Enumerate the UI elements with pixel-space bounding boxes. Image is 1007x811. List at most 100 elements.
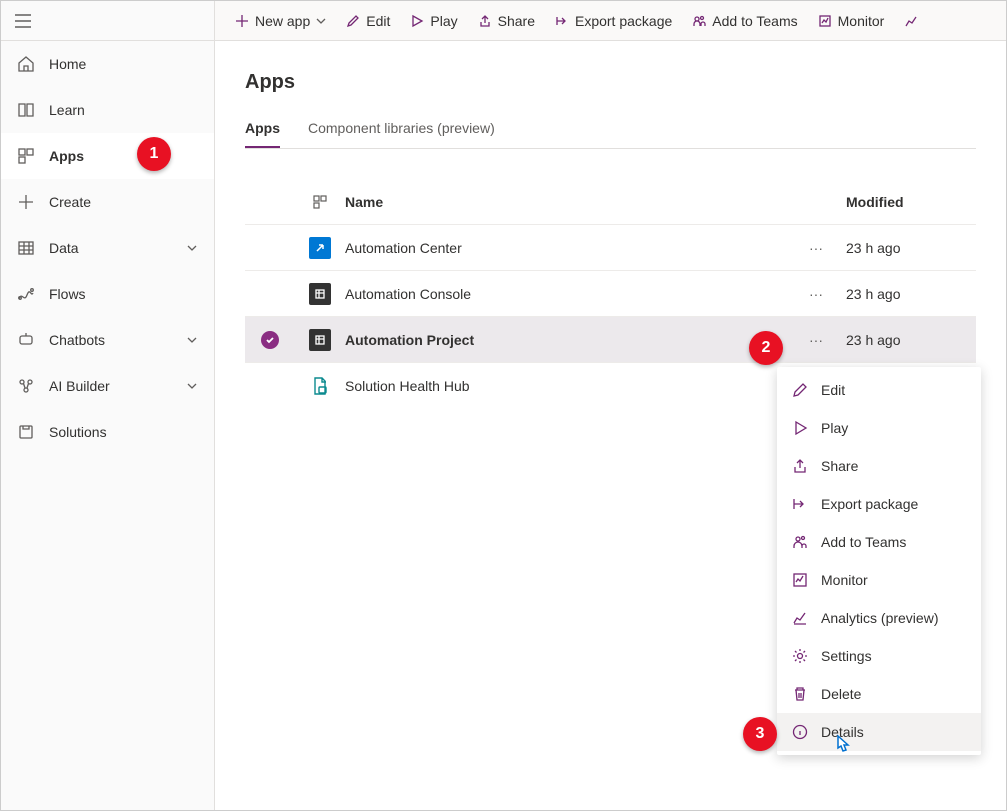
play-button[interactable]: Play — [400, 1, 467, 41]
modified-time: 23 h ago — [846, 332, 976, 348]
home-icon — [17, 55, 35, 73]
menu-label: Settings — [821, 648, 967, 664]
analytics-icon — [904, 14, 918, 28]
teams-icon — [791, 533, 809, 551]
tab-component-libraries[interactable]: Component libraries (preview) — [308, 120, 495, 148]
toolbar-label: Add to Teams — [712, 13, 797, 29]
menu-item-settings[interactable]: Settings — [777, 637, 981, 675]
sidebar-item-label: Learn — [49, 102, 198, 118]
table-row[interactable]: Automation Project ··· 23 h ago — [245, 317, 976, 363]
app-icon — [309, 329, 331, 351]
sidebar-item-flows[interactable]: Flows — [1, 271, 214, 317]
menu-item-analytics[interactable]: Analytics (preview) — [777, 599, 981, 637]
page-title: Apps — [245, 71, 976, 94]
menu-item-teams[interactable]: Add to Teams — [777, 523, 981, 561]
tab-apps[interactable]: Apps — [245, 120, 280, 148]
flows-icon — [17, 285, 35, 303]
chevron-down-icon — [186, 334, 198, 346]
content: Apps Apps Component libraries (preview) … — [215, 41, 1006, 409]
grid-header: Name Modified — [245, 179, 976, 225]
hamburger-button[interactable] — [1, 1, 214, 41]
settings-icon — [791, 647, 809, 665]
new-app-button[interactable]: New app — [225, 1, 336, 41]
column-header-name[interactable]: Name — [345, 194, 786, 210]
callout-3: 3 — [743, 717, 777, 751]
tabs: Apps Component libraries (preview) — [245, 120, 976, 149]
monitor-icon — [818, 14, 832, 28]
app-icon — [309, 283, 331, 305]
export-button[interactable]: Export package — [545, 1, 682, 41]
plus-icon — [235, 14, 249, 28]
sidebar: Home Learn Apps Create Data Flows Chatbo… — [1, 1, 215, 810]
analytics-button[interactable] — [894, 1, 934, 41]
apps-icon — [17, 147, 35, 165]
menu-label: Play — [821, 420, 967, 436]
chevron-down-icon — [186, 380, 198, 392]
row-more-button[interactable]: ··· — [786, 332, 846, 348]
share-button[interactable]: Share — [468, 1, 545, 41]
solutions-icon — [17, 423, 35, 441]
menu-item-export[interactable]: Export package — [777, 485, 981, 523]
column-header-modified[interactable]: Modified — [846, 194, 976, 210]
monitor-button[interactable]: Monitor — [808, 1, 895, 41]
menu-label: Delete — [821, 686, 967, 702]
data-icon — [17, 239, 35, 257]
play-icon — [410, 14, 424, 28]
sidebar-item-label: Flows — [49, 286, 198, 302]
edit-button[interactable]: Edit — [336, 1, 400, 41]
sidebar-item-chatbots[interactable]: Chatbots — [1, 317, 214, 363]
app-icon — [309, 375, 331, 397]
menu-item-details[interactable]: Details — [777, 713, 981, 751]
app-name: Automation Console — [345, 286, 786, 302]
sidebar-item-label: Solutions — [49, 424, 198, 440]
edit-icon — [346, 14, 360, 28]
menu-item-delete[interactable]: Delete — [777, 675, 981, 713]
sidebar-item-learn[interactable]: Learn — [1, 87, 214, 133]
export-icon — [791, 495, 809, 513]
learn-icon — [17, 101, 35, 119]
menu-item-share[interactable]: Share — [777, 447, 981, 485]
sidebar-item-label: Home — [49, 56, 198, 72]
sidebar-item-label: Chatbots — [49, 332, 186, 348]
app-type-icon — [295, 194, 345, 210]
menu-label: Share — [821, 458, 967, 474]
menu-item-play[interactable]: Play — [777, 409, 981, 447]
table-row[interactable]: Automation Center ··· 23 h ago — [245, 225, 976, 271]
app-name: Solution Health Hub — [345, 378, 786, 394]
row-more-button[interactable]: ··· — [786, 240, 846, 256]
menu-label: Monitor — [821, 572, 967, 588]
share-icon — [791, 457, 809, 475]
row-more-button[interactable]: ··· — [786, 286, 846, 302]
sidebar-item-home[interactable]: Home — [1, 41, 214, 87]
sidebar-item-label: Apps — [49, 148, 198, 164]
menu-label: Export package — [821, 496, 967, 512]
sidebar-item-ai-builder[interactable]: AI Builder — [1, 363, 214, 409]
toolbar-label: Monitor — [838, 13, 885, 29]
app-icon — [309, 237, 331, 259]
toolbar: New app Edit Play Share Export package — [215, 1, 1006, 41]
sidebar-item-create[interactable]: Create — [1, 179, 214, 225]
menu-label: Analytics (preview) — [821, 610, 967, 626]
menu-item-monitor[interactable]: Monitor — [777, 561, 981, 599]
export-icon — [555, 14, 569, 28]
ai-builder-icon — [17, 377, 35, 395]
menu-label: Add to Teams — [821, 534, 967, 550]
sidebar-item-solutions[interactable]: Solutions — [1, 409, 214, 455]
monitor-icon — [791, 571, 809, 589]
toolbar-label: Play — [430, 13, 457, 29]
modified-time: 23 h ago — [846, 240, 976, 256]
app-name: Automation Project — [345, 332, 786, 348]
hamburger-icon — [15, 14, 31, 28]
menu-item-edit[interactable]: Edit — [777, 371, 981, 409]
add-to-teams-button[interactable]: Add to Teams — [682, 1, 807, 41]
edit-icon — [791, 381, 809, 399]
context-menu: Edit Play Share Export package Add to Te… — [777, 367, 981, 755]
sidebar-item-label: Create — [49, 194, 198, 210]
toolbar-label: New app — [255, 13, 310, 29]
sidebar-item-data[interactable]: Data — [1, 225, 214, 271]
chatbots-icon — [17, 331, 35, 349]
sidebar-item-apps[interactable]: Apps — [1, 133, 214, 179]
table-row[interactable]: Automation Console ··· 23 h ago — [245, 271, 976, 317]
chevron-down-icon — [186, 242, 198, 254]
details-icon — [791, 723, 809, 741]
